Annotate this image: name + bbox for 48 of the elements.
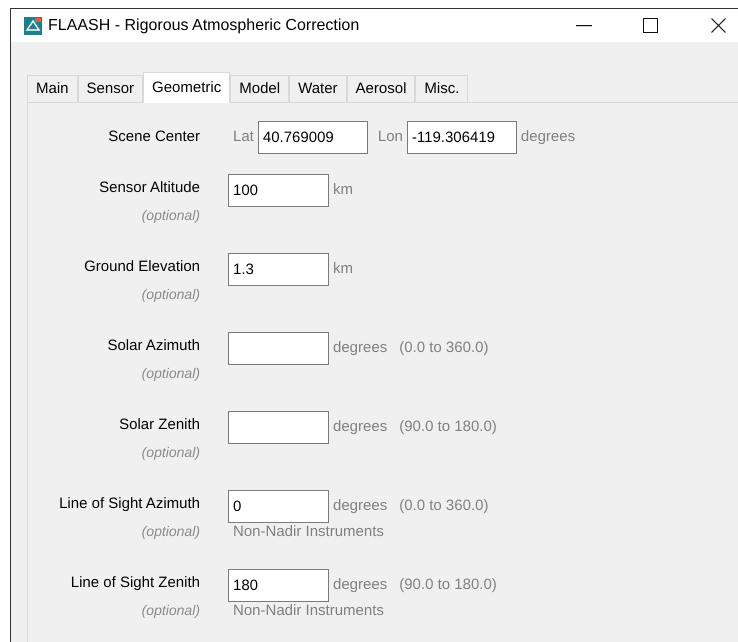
optional-note: (optional) [142, 206, 200, 224]
window-title: FLAASH - Rigorous Atmospheric Correction [48, 16, 360, 36]
hint-text: Non-Nadir Instruments [233, 523, 385, 541]
maximize-icon[interactable] [643, 18, 658, 33]
optional-note: (optional) [142, 443, 200, 461]
tab[interactable]: Sensor [78, 75, 144, 102]
tab[interactable]: Water [289, 75, 347, 102]
range-label: (90.0 to 180.0) [399, 575, 497, 596]
range-label: (0.0 to 360.0) [399, 338, 488, 358]
app-logo-icon [24, 16, 42, 34]
unit-label: degrees [333, 417, 388, 438]
field-label: Sensor Altitude [99, 179, 200, 197]
optional-note: (optional) [142, 364, 200, 382]
input-field[interactable]: 100 [228, 174, 329, 207]
tab[interactable]: Model [230, 75, 290, 102]
field-label: Lat [233, 127, 254, 148]
input-field[interactable]: 40.769009 [258, 121, 368, 154]
hint-text: Non-Nadir Instruments [233, 602, 385, 620]
optional-note: (optional) [142, 285, 200, 303]
unit-label: degrees [333, 496, 388, 516]
unit-label: degrees [520, 127, 576, 148]
field-label: Line of Sight Zenith [70, 574, 200, 592]
input-field[interactable]: 0 [228, 490, 329, 523]
input-field[interactable]: 180 [228, 569, 329, 602]
unit-label: degrees [333, 575, 388, 596]
optional-note: (optional) [142, 522, 200, 540]
field-label: Ground Elevation [84, 258, 200, 276]
field-label: Scene Center [108, 127, 200, 148]
unit-label: km [333, 180, 353, 200]
range-label: (90.0 to 180.0) [399, 417, 497, 438]
close-icon[interactable] [711, 18, 726, 33]
unit-label: degrees [333, 338, 388, 358]
unit-label: km [333, 259, 353, 280]
range-label: (0.0 to 360.0) [399, 496, 488, 516]
tab[interactable]: Main [27, 75, 78, 102]
tab[interactable]: Aerosol [346, 75, 416, 102]
field-label: Lon [378, 127, 403, 148]
input-field[interactable]: 1.3 [228, 253, 329, 286]
field-label: Solar Zenith [119, 416, 200, 434]
field-label: Line of Sight Azimuth [59, 495, 200, 513]
input-field[interactable] [228, 332, 329, 365]
minimize-icon[interactable] [576, 24, 592, 26]
optional-note: (optional) [142, 601, 200, 619]
tab[interactable]: Misc. [415, 75, 468, 102]
tab[interactable]: Geometric [143, 72, 230, 103]
field-label: Solar Azimuth [107, 337, 200, 355]
input-field[interactable]: -119.306419 [406, 121, 517, 154]
input-field[interactable] [228, 411, 329, 444]
